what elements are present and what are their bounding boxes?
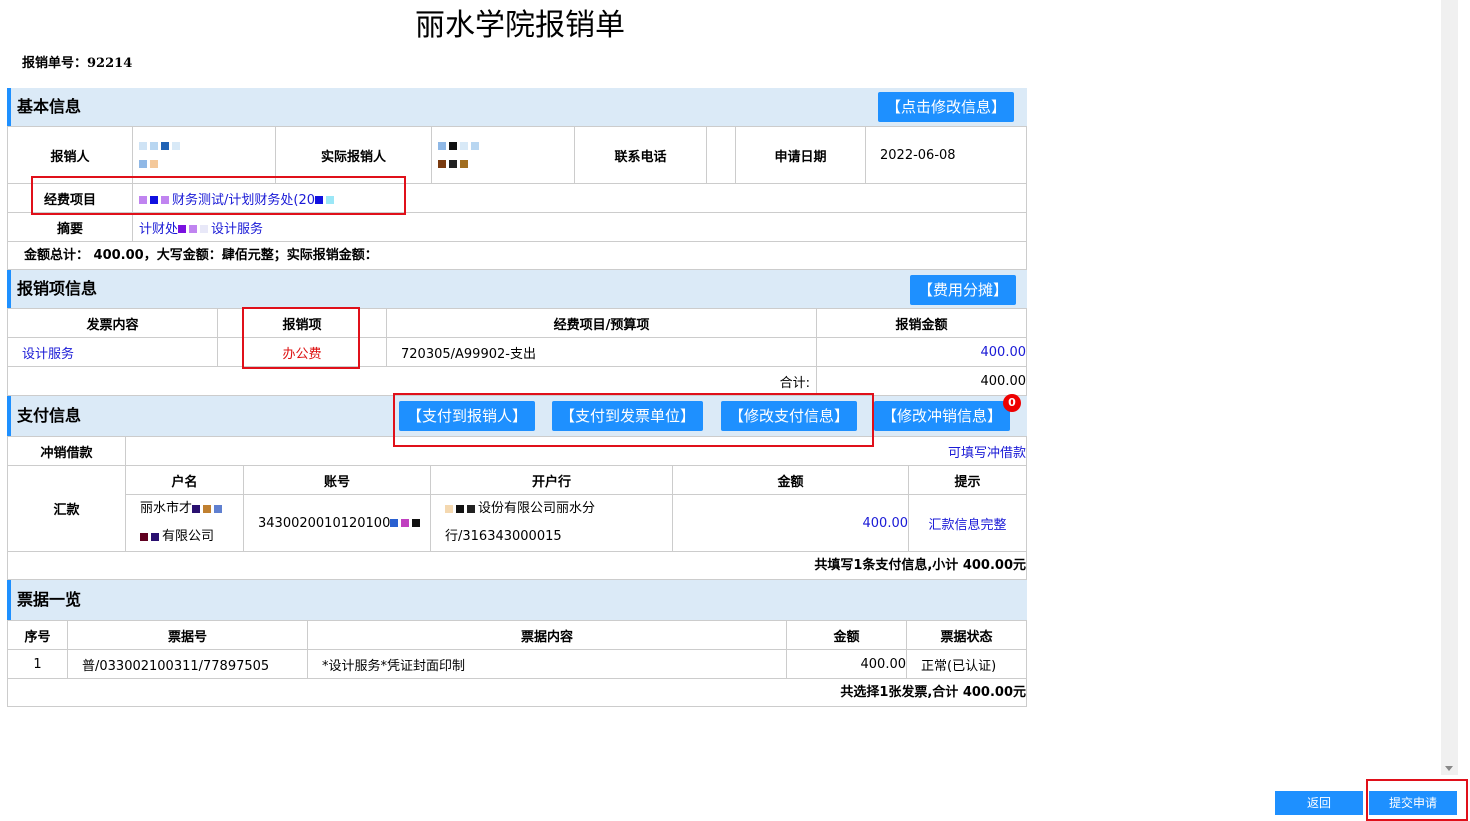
edit-info-button[interactable]: 【点击修改信息】	[878, 92, 1015, 122]
highlight-payment-buttons	[393, 393, 874, 447]
account-no-text: 3430020010120100	[258, 515, 391, 531]
back-button[interactable]: 返回	[1275, 791, 1363, 815]
section-items-header: 报销项信息 【费用分摊】	[7, 270, 1027, 308]
summary-value: 计财处 设计服务	[132, 212, 1027, 242]
col-invoice-content2: 票据内容	[307, 620, 787, 650]
phone-label: 联系电话	[574, 126, 707, 184]
invoice-status: 正常(已认证)	[906, 649, 1027, 679]
col-seq: 序号	[7, 620, 68, 650]
invoice-content: *设计服务*凭证封面印制	[307, 649, 787, 679]
summary-text-a: 计财处	[139, 221, 179, 237]
date-value: 2022-06-08	[865, 126, 1027, 184]
col-pay-amount: 金额	[672, 465, 909, 495]
col-invoice-amount: 金额	[786, 620, 907, 650]
highlight-project	[31, 176, 406, 215]
account-name-b: 有限公司	[162, 529, 215, 544]
invoices-table: 序号 票据号 票据内容 金额 票据状态 1 普/033002100311/778…	[7, 620, 1027, 679]
account-no-value: 3430020010120100	[243, 494, 431, 552]
col-invoice-no: 票据号	[67, 620, 308, 650]
page-title: 丽水学院报销单	[415, 8, 625, 43]
summary-label: 摘要	[7, 212, 133, 242]
actual-applicant-value	[431, 126, 575, 184]
section-basic-header: 基本信息 【点击修改信息】	[7, 88, 1027, 126]
offset-label: 冲销借款	[7, 436, 126, 466]
doc-number-value: 92214	[87, 56, 133, 71]
items-sum-value: 400.00	[816, 366, 1027, 396]
doc-number: 报销单号：92214	[22, 54, 132, 74]
section-items-title: 报销项信息	[17, 279, 98, 298]
account-name-a: 丽水市才	[140, 501, 193, 516]
pay-amount-value: 400.00	[672, 494, 909, 552]
invoice-seq: 1	[7, 649, 68, 679]
edit-offset-button[interactable]: 【修改冲销信息】	[874, 401, 1011, 431]
bank-text-b: 行/316343000015	[445, 529, 562, 544]
items-table: 发票内容 报销项 经费项目/预算项 报销金额 设计服务 办公费 720305/A…	[7, 308, 1027, 396]
split-cost-button[interactable]: 【费用分摊】	[910, 275, 1017, 305]
col-account-no: 账号	[243, 465, 431, 495]
payment-summary: 共填写1条支付信息,小计 400.00元	[7, 552, 1027, 580]
col-tip: 提示	[907, 465, 1028, 495]
amount-total-line: 金额总计： 400.00，大写金额：肆佰元整；实际报销金额：	[7, 242, 1027, 270]
col-invoice-status: 票据状态	[906, 620, 1027, 650]
summary-text-b: 设计服务	[211, 221, 264, 237]
bank-text-a: 设份有限公司丽水分	[478, 501, 596, 516]
highlight-item	[242, 307, 360, 369]
item-budget: 720305/A99902-支出	[386, 337, 817, 367]
section-invoices-header: 票据一览	[7, 580, 1027, 620]
submit-button[interactable]: 提交申请	[1369, 791, 1457, 815]
tip-value: 汇款信息完整	[907, 494, 1028, 552]
invoice-code: 普/033002100311/77897505	[67, 649, 308, 679]
col-reimburse-amount: 报销金额	[816, 308, 1027, 338]
invoice-summary: 共选择1张发票,合计 400.00元	[7, 679, 1027, 707]
item-content: 设计服务	[7, 337, 218, 367]
section-invoices-title: 票据一览	[17, 590, 82, 609]
item-amount: 400.00	[816, 337, 1027, 367]
remit-label: 汇款	[7, 465, 126, 552]
applicant-label: 报销人	[7, 126, 133, 184]
actual-applicant-label: 实际报销人	[275, 126, 432, 184]
col-account-name: 户名	[125, 465, 244, 495]
scroll-down-icon[interactable]	[1445, 766, 1453, 771]
section-basic-title: 基本信息	[17, 97, 82, 116]
section-payment-title: 支付信息	[17, 406, 82, 425]
invoice-amount: 400.00	[786, 649, 907, 679]
items-sum-label: 合计:	[7, 366, 817, 396]
applicant-value	[132, 126, 276, 184]
vertical-scrollbar[interactable]	[1441, 0, 1458, 775]
col-bank: 开户行	[430, 465, 673, 495]
date-label: 申请日期	[735, 126, 866, 184]
phone-value	[706, 126, 736, 184]
col-invoice-content: 发票内容	[7, 308, 218, 338]
bank-value: 设份有限公司丽水分 行/316343000015	[430, 494, 673, 552]
doc-number-label: 报销单号：	[22, 56, 88, 71]
offset-badge: 0	[1003, 394, 1021, 412]
payment-table: 冲销借款 可填写冲借款 汇款 户名 账号 开户行 金额 提示 丽水市才 有限公司…	[7, 436, 1028, 552]
account-name-value: 丽水市才 有限公司	[125, 494, 244, 552]
col-budget: 经费项目/预算项	[386, 308, 817, 338]
